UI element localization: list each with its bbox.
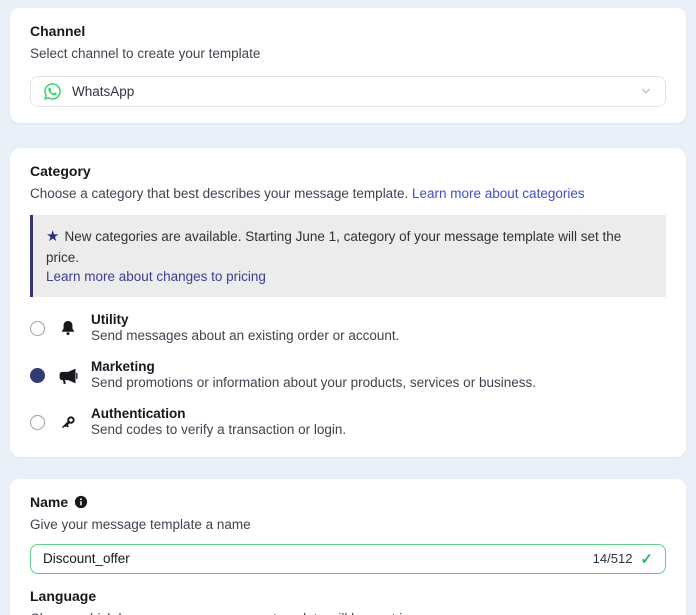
- language-title: Language: [30, 588, 666, 604]
- category-option-marketing[interactable]: Marketing Send promotions or information…: [30, 359, 666, 392]
- pricing-banner-link[interactable]: Learn more about changes to pricing: [46, 269, 266, 284]
- channel-select[interactable]: WhatsApp: [30, 76, 666, 107]
- info-icon[interactable]: [74, 495, 88, 509]
- star-icon: ★: [46, 228, 59, 245]
- channel-selected-value: WhatsApp: [72, 84, 629, 99]
- pricing-banner-text: New categories are available. Starting J…: [46, 229, 621, 265]
- megaphone-icon: [58, 366, 78, 386]
- authentication-label: Authentication: [91, 406, 346, 422]
- learn-more-categories-link[interactable]: Learn more about categories: [412, 186, 585, 201]
- name-subtitle: Give your message template a name: [30, 516, 666, 534]
- category-subtitle: Choose a category that best describes yo…: [30, 185, 666, 203]
- authentication-description: Send codes to verify a transaction or lo…: [91, 422, 346, 439]
- channel-section: Channel Select channel to create your te…: [10, 8, 686, 123]
- channel-title: Channel: [30, 23, 666, 39]
- category-section: Category Choose a category that best des…: [10, 148, 686, 458]
- category-option-utility[interactable]: Utility Send messages about an existing …: [30, 312, 666, 345]
- template-name-field: 14/512 ✓: [30, 544, 666, 574]
- marketing-label: Marketing: [91, 359, 536, 375]
- pricing-banner: ★New categories are available. Starting …: [30, 215, 666, 297]
- name-title-row: Name: [30, 494, 666, 510]
- language-subtitle: Choose which languages your message temp…: [30, 610, 666, 615]
- marketing-radio[interactable]: [30, 368, 45, 383]
- utility-label: Utility: [91, 312, 399, 328]
- whatsapp-icon: [43, 82, 62, 101]
- category-option-authentication[interactable]: Authentication Send codes to verify a tr…: [30, 406, 666, 439]
- category-subtitle-text: Choose a category that best describes yo…: [30, 186, 408, 201]
- channel-subtitle: Select channel to create your template: [30, 45, 666, 63]
- check-icon: ✓: [640, 550, 653, 568]
- authentication-radio[interactable]: [30, 415, 45, 430]
- bell-icon: [58, 319, 78, 339]
- marketing-description: Send promotions or information about you…: [91, 375, 536, 392]
- name-title: Name: [30, 494, 68, 510]
- char-counter: 14/512: [593, 551, 633, 566]
- category-title: Category: [30, 163, 666, 179]
- utility-radio[interactable]: [30, 321, 45, 336]
- template-name-input[interactable]: [43, 551, 585, 566]
- name-language-section: Name Give your message template a name 1…: [10, 479, 686, 615]
- chevron-down-icon: [639, 84, 653, 98]
- key-icon: [58, 413, 78, 433]
- utility-description: Send messages about an existing order or…: [91, 328, 399, 345]
